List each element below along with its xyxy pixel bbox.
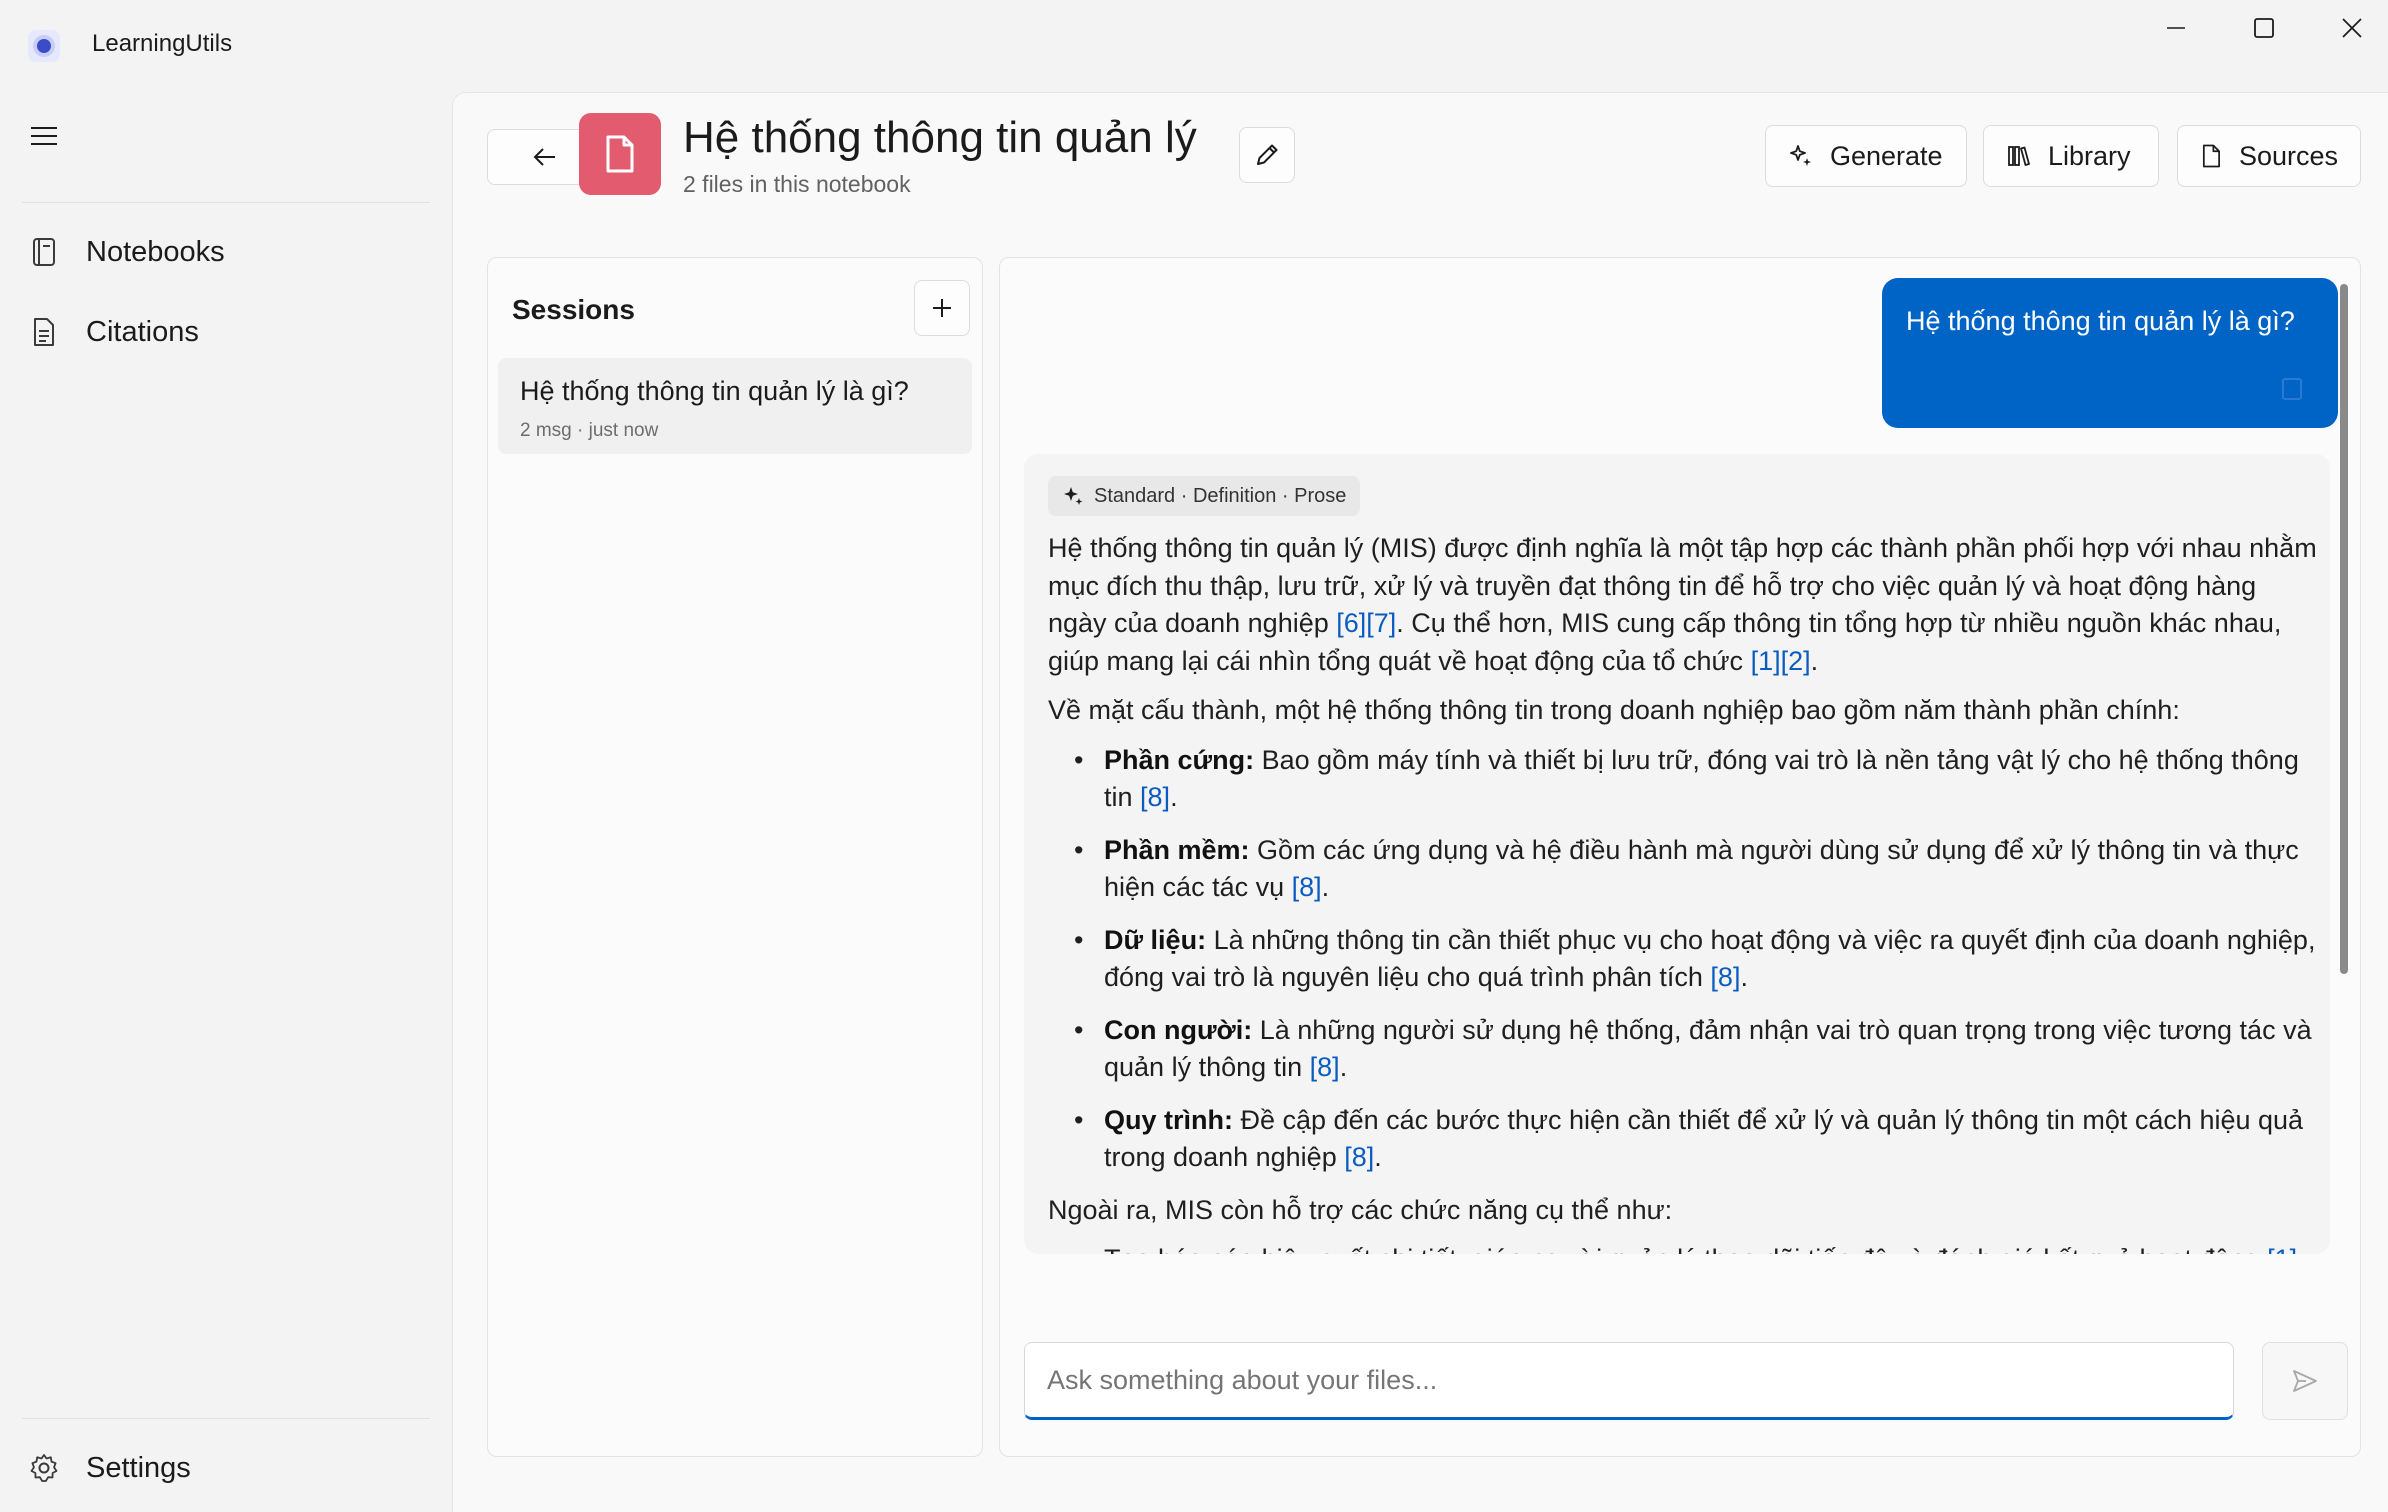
library-button[interactable]: Library	[1983, 125, 2159, 187]
hamburger-icon	[31, 127, 57, 145]
nav-divider	[22, 1418, 430, 1419]
plus-icon	[933, 299, 951, 317]
pencil-icon	[1257, 144, 1278, 165]
list-item: Phần mềm: Gồm các ứng dụng và hệ điều hà…	[1074, 832, 2318, 907]
list-item-text: Là những người sử dụng hệ thống, đảm nhậ…	[1104, 1014, 2312, 1083]
answer-paragraph: Về mặt cấu thành, một hệ thống thông tin…	[1048, 695, 2180, 725]
document-text-icon	[22, 317, 66, 347]
chat-input[interactable]	[1025, 1343, 2233, 1417]
citation-link[interactable]: [8]	[1292, 872, 1322, 902]
list-item-term: Phần mềm:	[1104, 834, 1250, 865]
gear-icon	[22, 1453, 66, 1483]
list-item-term: Phần cứng:	[1104, 744, 1255, 775]
sources-label: Sources	[2238, 140, 2338, 171]
nav-item-settings[interactable]: Settings	[22, 1436, 430, 1500]
navigation-pane: Notebooks Citations Settings	[0, 92, 452, 1512]
nav-item-label: Notebooks	[86, 235, 225, 268]
app-title: LearningUtils	[92, 30, 233, 57]
list-item-term: Con người:	[1104, 1014, 1253, 1045]
library-label: Library	[2048, 140, 2131, 171]
list-item-term: Quy trình:	[1104, 1104, 1233, 1135]
user-message-bubble: Hệ thống thông tin quản lý là gì?	[1882, 278, 2338, 428]
citation-link[interactable]: [8]	[1710, 962, 1740, 992]
minimize-icon	[2167, 27, 2185, 29]
main-content: Hệ thống thông tin quản lý 2 files in th…	[452, 92, 2388, 1512]
page-title: Hệ thống thông tin quản lý	[683, 113, 1197, 162]
list-item: Quy trình: Đề cập đến các bước thực hiện…	[1074, 1102, 2318, 1177]
session-item[interactable]: Hệ thống thông tin quản lý là gì? 2 msg …	[498, 358, 972, 454]
generate-label: Generate	[1830, 140, 1943, 171]
notebook-document-icon	[579, 113, 661, 195]
nav-item-citations[interactable]: Citations	[22, 300, 430, 364]
citation-link[interactable]: [8]	[1140, 782, 1170, 812]
close-icon	[2342, 18, 2362, 38]
sources-button[interactable]: Sources	[2177, 125, 2361, 187]
arrow-left-icon	[533, 148, 555, 166]
list-item: Con người: Là những người sử dụng hệ thố…	[1074, 1012, 2318, 1087]
list-item: Phần cứng: Bao gồm máy tính và thiết bị …	[1074, 742, 2318, 817]
sessions-panel: Sessions Hệ thống thông tin quản lý là g…	[487, 257, 983, 1457]
citation-link[interactable]: [8]	[1344, 1142, 1374, 1172]
nav-item-label: Settings	[86, 1451, 191, 1484]
list-item: Tạo báo cáo hiệu suất chi tiết, giúp ngư…	[1074, 1241, 2318, 1254]
list-item-text: Tạo báo cáo hiệu suất chi tiết, giúp ngư…	[1104, 1244, 2267, 1254]
assistant-answer: Standard · Definition · Prose Hệ thống t…	[1024, 454, 2330, 1254]
menu-toggle-button[interactable]	[22, 114, 66, 158]
title-bar: LearningUtils	[0, 0, 2388, 92]
session-title: Hệ thống thông tin quản lý là gì?	[520, 376, 909, 406]
answer-mode-badge: Standard · Definition · Prose	[1048, 476, 1361, 516]
sessions-title: Sessions	[512, 294, 635, 325]
list-item: Dữ liệu: Là những thông tin cần thiết ph…	[1074, 922, 2318, 997]
copy-icon[interactable]	[2282, 378, 2302, 400]
new-session-button[interactable]	[914, 280, 970, 336]
list-item-term: Dữ liệu:	[1104, 924, 1207, 955]
list-item-text: Gồm các ứng dụng và hệ điều hành mà ngườ…	[1104, 834, 2299, 903]
chat-input-container	[1024, 1342, 2234, 1420]
generate-button[interactable]: Generate	[1765, 125, 1967, 187]
answer-mode-label: Standard · Definition · Prose	[1094, 484, 1347, 507]
sparkle-icon	[1064, 487, 1083, 505]
app-logo-icon	[28, 30, 60, 62]
nav-item-notebooks[interactable]: Notebooks	[22, 220, 430, 284]
sparkle-icon	[1790, 145, 1811, 166]
citation-link[interactable]: [1][2]	[1751, 646, 1811, 676]
user-message-text: Hệ thống thông tin quản lý là gì?	[1906, 306, 2295, 336]
components-list: Phần cứng: Bao gồm máy tính và thiết bị …	[1048, 742, 2318, 1177]
notebook-file-count: 2 files in this notebook	[683, 171, 911, 197]
document-icon	[2202, 144, 2220, 168]
citation-link[interactable]: [8]	[1310, 1052, 1340, 1082]
nav-item-label: Citations	[86, 315, 199, 348]
send-button[interactable]	[2262, 1342, 2348, 1420]
minimize-button[interactable]	[2132, 0, 2220, 56]
list-item-text: Bao gồm máy tính và thiết bị lưu trữ, đó…	[1104, 744, 2299, 813]
list-item-text: Đề cập đến các bước thực hiện cần thiết …	[1104, 1104, 2304, 1173]
chat-panel: Hệ thống thông tin quản lý là gì? Standa…	[999, 257, 2361, 1457]
chat-scrollbar[interactable]	[2340, 284, 2348, 974]
nav-divider	[22, 202, 430, 203]
rename-button[interactable]	[1239, 127, 1295, 183]
maximize-icon	[2254, 18, 2274, 38]
library-icon	[2008, 146, 2030, 166]
notebook-icon	[22, 237, 66, 267]
answer-paragraph: Ngoài ra, MIS còn hỗ trợ các chức năng c…	[1048, 1194, 1673, 1225]
citation-link[interactable]: [6][7]	[1336, 608, 1396, 638]
answer-paragraph: Hệ thống thông tin quản lý (MIS) được đị…	[1048, 533, 2317, 676]
answer-body: Hệ thống thông tin quản lý (MIS) được đị…	[1048, 530, 2318, 1254]
functions-list: Tạo báo cáo hiệu suất chi tiết, giúp ngư…	[1048, 1241, 2318, 1254]
maximize-button[interactable]	[2220, 0, 2308, 56]
send-icon	[2293, 1370, 2317, 1392]
close-button[interactable]	[2308, 0, 2388, 56]
session-meta: 2 msg · just now	[520, 420, 659, 441]
